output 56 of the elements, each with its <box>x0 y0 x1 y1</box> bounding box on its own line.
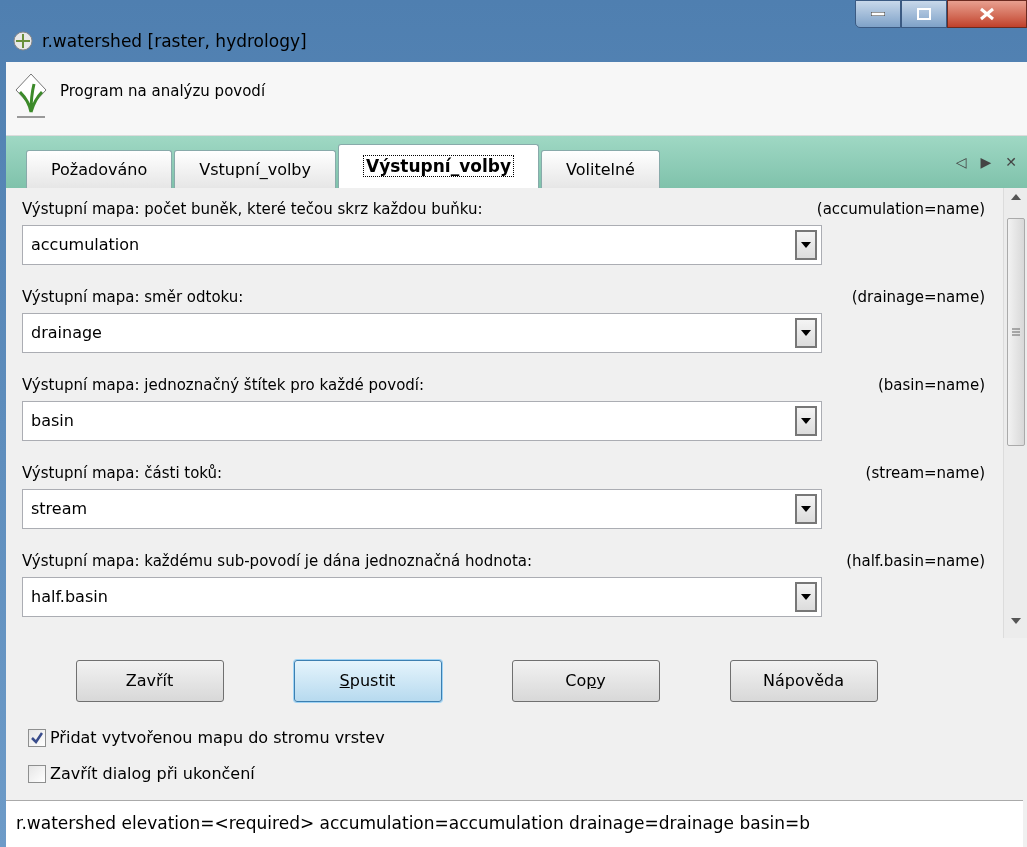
dropdown-button[interactable] <box>795 581 817 612</box>
checkmark-icon <box>31 732 43 744</box>
checkbox-label: Přidat vytvořenou mapu do stromu vrstev <box>50 727 385 749</box>
caret-icon <box>801 241 811 248</box>
dialog-button[interactable]: Nápověda <box>729 660 878 702</box>
caret-icon <box>801 505 811 512</box>
close-icon <box>979 7 995 21</box>
parameter-key: (accumulation=name) <box>816 198 985 221</box>
checkbox[interactable] <box>28 729 46 747</box>
tab[interactable]: Vstupní_volby <box>174 150 336 188</box>
close-button[interactable] <box>947 0 1027 28</box>
window-title: r.watershed [raster, hydrology] <box>42 29 307 53</box>
parameter-key: (stream=name) <box>865 462 985 485</box>
option-label: Výstupní mapa: části toků: <box>22 463 223 484</box>
scroll-down-icon <box>1010 618 1021 624</box>
scrollbar[interactable] <box>1003 188 1027 638</box>
tab[interactable]: Požadováno <box>26 150 173 188</box>
program-description: Program na analýzu povodí <box>60 81 266 102</box>
app-icon <box>12 30 34 53</box>
tab-nav-button[interactable]: ◁ <box>955 152 967 173</box>
map-combobox[interactable]: drainage <box>22 312 822 353</box>
tab[interactable]: Výstupní_volby <box>338 144 539 188</box>
maximize-button[interactable] <box>901 0 947 28</box>
map-combobox[interactable]: stream <box>22 488 822 529</box>
tab[interactable]: Volitelné <box>541 150 660 188</box>
option-label: Výstupní mapa: každému sub-povodí je dána jednoznačná hodnota: <box>22 551 533 572</box>
tab-nav-button[interactable]: ✕ <box>1005 152 1017 173</box>
scroll-up-icon <box>1010 194 1021 200</box>
parameter-key: (half.basin=name) <box>846 550 985 573</box>
option-label: Výstupní mapa: směr odtoku: <box>22 287 244 308</box>
dialog-button[interactable]: Spustit <box>293 660 442 702</box>
command-line: r.watershed elevation=<required> accumulation=accumulation drainage=drainage basin=b <box>16 812 811 836</box>
minimize-button[interactable] <box>855 0 901 28</box>
minimize-icon <box>871 12 885 16</box>
checkbox[interactable] <box>28 765 46 783</box>
dropdown-button[interactable] <box>795 229 817 260</box>
option-label: Výstupní mapa: jednoznačný štítek pro každé povodí: <box>22 375 425 396</box>
checkbox-label: Zavřít dialog při ukončení <box>50 763 255 785</box>
grip-icon <box>1011 328 1020 336</box>
parameter-key: (drainage=name) <box>851 286 985 309</box>
dropdown-button[interactable] <box>795 405 817 436</box>
maximize-icon <box>917 8 931 20</box>
dropdown-button[interactable] <box>795 493 817 524</box>
map-combobox[interactable]: half.basin <box>22 576 822 617</box>
parameter-key: (basin=name) <box>878 374 985 397</box>
caret-icon <box>801 593 811 600</box>
dialog-button[interactable]: Zavřít <box>75 660 224 702</box>
option-label: Výstupní mapa: počet buněk, které tečou skrz každou buňku: <box>22 199 483 220</box>
map-combobox[interactable]: basin <box>22 400 822 441</box>
map-combobox[interactable]: accumulation <box>22 224 822 265</box>
tab-nav-button[interactable]: ▶ <box>980 152 992 173</box>
caret-icon <box>801 329 811 336</box>
dropdown-button[interactable] <box>795 317 817 348</box>
scroll-thumb[interactable] <box>1006 218 1025 446</box>
caret-icon <box>801 417 811 424</box>
dialog-button[interactable]: Copy <box>511 660 660 702</box>
